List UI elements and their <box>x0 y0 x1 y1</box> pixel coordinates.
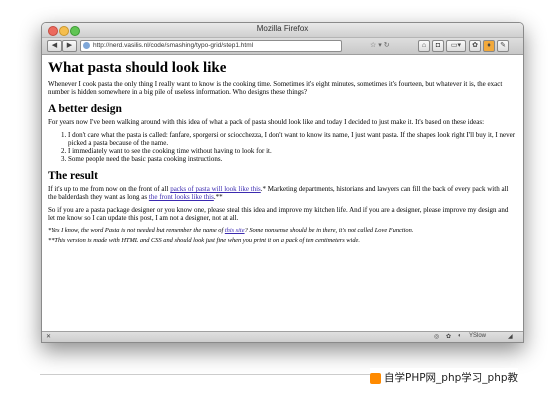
extension-button[interactable]: ♦ <box>483 40 495 52</box>
web-developer-button[interactable]: ▭▾ <box>446 40 466 52</box>
addon-status-icon[interactable]: ◎ <box>434 333 439 340</box>
back-arrow-icon: ◀ <box>51 42 58 49</box>
section-heading-better-design: A better design <box>48 103 122 115</box>
designer-paragraph: So if you are a pasta package designer o… <box>48 206 509 222</box>
result-text: If it's up to me from now on the front o… <box>48 185 171 193</box>
wrench-icon: ✎ <box>500 42 506 49</box>
back-button[interactable]: ◀ <box>47 40 62 52</box>
tools-button[interactable]: ✎ <box>497 40 509 52</box>
this-site-link[interactable]: this site <box>225 227 245 234</box>
forward-arrow-icon: ▶ <box>66 42 73 49</box>
design-intro-paragraph: For years now I've been walking around w… <box>48 118 485 126</box>
bug-icon: ✿ <box>472 42 478 49</box>
watermark-logo-icon <box>370 372 381 384</box>
section-heading-result: The result <box>48 170 98 182</box>
page-title: What pasta should look like <box>48 60 227 76</box>
title-bar: Mozilla Firefox <box>42 23 523 38</box>
url-bar-controls: ☆ ▾ ↻ <box>370 41 390 49</box>
url-bar[interactable]: http://nerd.vasilis.nl/code/smashing/typ… <box>80 40 342 52</box>
window-icon: ▭▾ <box>450 42 462 49</box>
yslow-icon: ◐ <box>458 333 462 339</box>
pasta-packs-link[interactable]: packs of pasta will look like this <box>170 185 261 193</box>
reload-icon[interactable]: ↻ <box>384 42 390 49</box>
resize-grip-icon[interactable]: ◢ <box>508 333 513 340</box>
watermark: 自学PHP网_php学习_php教 <box>370 368 519 388</box>
browser-window: Mozilla Firefox ◀ ▶ http://nerd.vasilis.… <box>41 22 524 343</box>
result-paragraph: If it's up to me from now on the front o… <box>48 185 517 201</box>
url-text: http://nerd.vasilis.nl/code/smashing/typ… <box>93 42 254 49</box>
ideas-list: I don't care what the pasta is called: f… <box>48 131 517 163</box>
footnote-1: *Yes I know, the word Pasta is not neede… <box>48 227 517 235</box>
home-icon: ⌂ <box>421 42 427 49</box>
footnote-text: *Yes I know, the word Pasta is not neede… <box>48 227 225 234</box>
bookmark-star-icon[interactable]: ☆ <box>370 42 376 49</box>
result-text: .** <box>213 193 223 201</box>
yslow-label[interactable]: YSlow <box>469 333 486 339</box>
nav-toolbar: ◀ ▶ http://nerd.vasilis.nl/code/smashing… <box>42 38 523 55</box>
page-content: What pasta should look like Whenever I c… <box>42 54 523 332</box>
dev-status-icon[interactable]: ✿ <box>446 333 451 340</box>
forward-button[interactable]: ▶ <box>62 40 77 52</box>
firebug-button[interactable]: ✿ <box>469 40 481 52</box>
footnote-2: **This version is made with HTML and CSS… <box>48 237 360 244</box>
intro-paragraph: Whenever I cook pasta the only thing I r… <box>48 80 503 96</box>
window-title: Mozilla Firefox <box>256 24 309 33</box>
list-item: I immediately want to see the cooking ti… <box>68 147 517 155</box>
close-status-icon[interactable]: ✕ <box>46 333 51 340</box>
status-bar: ✕ ◎ ✿ ◐ YSlow ◢ <box>42 331 523 342</box>
footnote-text: ? Some nonsense should be in there, it's… <box>244 227 414 234</box>
site-identity-icon <box>83 42 90 49</box>
divider <box>40 374 370 375</box>
front-looks-link[interactable]: the front looks like this <box>149 193 214 201</box>
camera-icon: ◘ <box>435 42 441 49</box>
extension-icon: ♦ <box>487 42 491 49</box>
home-button[interactable]: ⌂ <box>418 40 430 52</box>
screenshot-button[interactable]: ◘ <box>432 40 444 52</box>
list-item: Some people need the basic pasta cooking… <box>68 155 517 163</box>
watermark-text: 自学PHP网_php学习_php教 <box>384 372 519 384</box>
dropdown-icon[interactable]: ▾ <box>378 42 382 49</box>
list-item: I don't care what the pasta is called: f… <box>68 131 517 147</box>
